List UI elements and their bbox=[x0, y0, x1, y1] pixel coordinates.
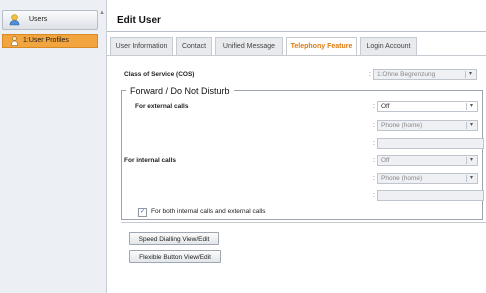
title-divider bbox=[107, 31, 486, 32]
speed-dialling-button[interactable]: Speed Dialling View/Edit bbox=[129, 232, 219, 245]
chevron-down-icon: ▾ bbox=[465, 71, 475, 78]
external-calls-label: For external calls bbox=[135, 103, 189, 110]
sidebar-header-users[interactable]: Users bbox=[2, 10, 98, 30]
telephony-feature-panel: Class of Service (COS) : 1:Ohne Begrenzu… bbox=[110, 56, 486, 293]
external-destination-value: Phone (home) bbox=[381, 122, 423, 129]
internal-destination-value: Phone (home) bbox=[381, 175, 423, 182]
tab-contact[interactable]: Contact bbox=[176, 37, 212, 55]
internal-mode-select[interactable]: Off ▾ bbox=[377, 155, 478, 166]
cos-select-value: 1:Ohne Begrenzung bbox=[377, 71, 436, 78]
external-number-input[interactable] bbox=[377, 138, 484, 149]
sidebar-header-label: Users bbox=[29, 16, 48, 23]
sidebar-item-label: 1:User Profiles bbox=[23, 37, 69, 44]
internal-number-input[interactable] bbox=[377, 190, 484, 201]
page-title: Edit User bbox=[117, 15, 161, 26]
external-destination-select[interactable]: Phone (home) ▾ bbox=[377, 120, 478, 131]
cos-label: Class of Service (COS) bbox=[124, 71, 195, 78]
main-content: Edit User User Information Contact Unifi… bbox=[107, 0, 486, 293]
external-mode-select[interactable]: Off ▾ bbox=[377, 101, 478, 112]
external-destination-colon: : bbox=[373, 122, 375, 129]
chevron-down-icon: ▾ bbox=[466, 175, 476, 182]
user-profile-icon bbox=[11, 36, 18, 46]
sidebar-item-user-profiles[interactable]: 1:User Profiles bbox=[2, 34, 98, 48]
chevron-down-icon: ▾ bbox=[466, 103, 476, 110]
chevron-down-icon: ▾ bbox=[466, 122, 476, 129]
external-number-colon: : bbox=[373, 140, 375, 147]
internal-destination-colon: : bbox=[373, 175, 375, 182]
external-mode-value: Off bbox=[381, 103, 390, 110]
internal-calls-label: For internal calls bbox=[124, 157, 177, 164]
tab-unified-message[interactable]: Unified Message bbox=[215, 37, 283, 55]
sidebar: Users ▲ 1:User Profiles bbox=[0, 0, 107, 293]
internal-destination-select[interactable]: Phone (home) ▾ bbox=[377, 173, 478, 184]
tab-user-information[interactable]: User Information bbox=[110, 37, 173, 55]
internal-mode-value: Off bbox=[381, 157, 390, 164]
tab-telephony-feature[interactable]: Telephony Feature bbox=[286, 37, 357, 56]
forward-dnd-legend: Forward / Do Not Disturb bbox=[126, 86, 234, 96]
users-icon bbox=[9, 14, 20, 26]
cos-colon: : bbox=[369, 71, 371, 78]
collapse-arrow-icon[interactable]: ▲ bbox=[98, 10, 106, 22]
flexible-button-button[interactable]: Flexible Button View/Edit bbox=[129, 250, 221, 263]
internal-mode-colon: : bbox=[373, 157, 375, 164]
tab-login-account[interactable]: Login Account bbox=[360, 37, 417, 55]
external-mode-colon: : bbox=[373, 103, 375, 110]
both-calls-label: For both internal calls and external cal… bbox=[151, 208, 266, 215]
internal-number-colon: : bbox=[373, 192, 375, 199]
chevron-down-icon: ▾ bbox=[466, 157, 476, 164]
both-calls-checkbox[interactable]: ✓ bbox=[138, 208, 147, 217]
cos-select[interactable]: 1:Ohne Begrenzung ▾ bbox=[373, 69, 477, 80]
section-divider bbox=[121, 222, 486, 223]
